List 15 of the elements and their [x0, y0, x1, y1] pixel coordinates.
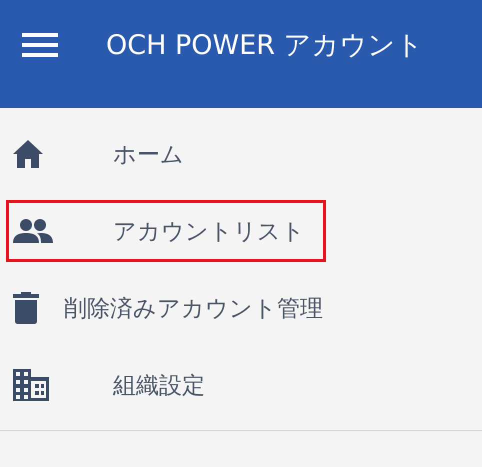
trash-icon — [13, 292, 39, 324]
app-title: OCH POWER アカウント — [106, 29, 424, 63]
menu-button[interactable] — [22, 33, 58, 57]
menu-label: 組織設定 — [113, 372, 205, 400]
menu-item[interactable]: ホーム — [6, 123, 326, 185]
menu-item[interactable]: アカウントリスト — [6, 200, 326, 262]
menu-label: アカウントリスト — [113, 218, 305, 246]
home-icon — [13, 140, 43, 168]
building-icon — [13, 369, 49, 401]
menu-item[interactable]: 組織設定 — [6, 354, 326, 416]
menu-label: 削除済みアカウント管理 — [64, 294, 323, 324]
menu-label: ホーム — [113, 140, 184, 170]
menu-icon — [22, 33, 58, 57]
people-icon — [13, 219, 53, 243]
menu-item[interactable]: 削除済みアカウント管理 — [6, 277, 326, 339]
